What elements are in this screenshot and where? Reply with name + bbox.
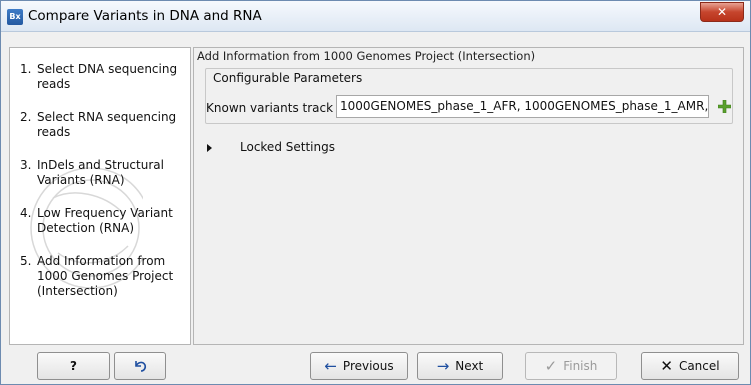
step-label: Add Information from 1000 Genomes Projec… <box>37 254 174 298</box>
help-label: ? <box>70 359 77 373</box>
arrow-left-icon: ← <box>324 356 337 375</box>
step-number: 5. <box>20 254 32 268</box>
next-label: Next <box>455 359 484 373</box>
next-button[interactable]: → Next <box>417 352 503 380</box>
group-title: Configurable Parameters <box>213 71 363 85</box>
checkmark-icon: ✓ <box>544 356 558 375</box>
previous-label: Previous <box>342 359 394 373</box>
section-title: Add Information from 1000 Genomes Projec… <box>197 49 536 63</box>
step-label: Select DNA sequencing reads <box>37 62 178 91</box>
step-number: 1. <box>20 62 32 76</box>
finish-label: Finish <box>563 359 598 373</box>
dialog-window: Bx Compare Variants in DNA and RNA ✕ 1. … <box>0 0 751 385</box>
step-number: 4. <box>20 206 32 220</box>
close-button[interactable]: ✕ <box>700 2 744 22</box>
known-variants-label: Known variants track <box>206 101 334 115</box>
step-label: Low Frequency Variant Detection (RNA) <box>37 206 173 235</box>
reset-button[interactable] <box>114 352 166 380</box>
known-variants-field[interactable]: 1000GENOMES_phase_1_AFR, 1000GENOMES_pha… <box>336 95 709 118</box>
step-label: InDels and Structural Variants (RNA) <box>37 158 164 187</box>
app-icon: Bx <box>7 9 23 25</box>
cancel-label: Cancel <box>678 359 720 373</box>
reset-icon <box>135 361 147 372</box>
previous-button[interactable]: ← Previous <box>310 352 408 380</box>
step-number: 3. <box>20 158 32 172</box>
help-button[interactable]: ? <box>37 352 110 380</box>
expand-arrow-icon[interactable] <box>207 144 212 152</box>
cancel-button[interactable]: ✕ Cancel <box>641 352 739 380</box>
title-bar: Bx Compare Variants in DNA and RNA ✕ <box>1 1 750 32</box>
step-number: 2. <box>20 110 32 124</box>
arrow-right-icon: → <box>436 356 450 375</box>
step-label: Select RNA sequencing reads <box>37 110 177 139</box>
wizard-steps-panel: 1. Select DNA sequencing reads 2. Select… <box>9 47 191 345</box>
main-panel: Add Information from 1000 Genomes Projec… <box>193 47 744 345</box>
locked-settings-label[interactable]: Locked Settings <box>240 140 335 154</box>
cancel-x-icon: ✕ <box>660 356 673 375</box>
add-icon[interactable] <box>718 100 731 113</box>
finish-button[interactable]: ✓ Finish <box>525 352 617 380</box>
window-title: Compare Variants in DNA and RNA <box>28 8 262 24</box>
